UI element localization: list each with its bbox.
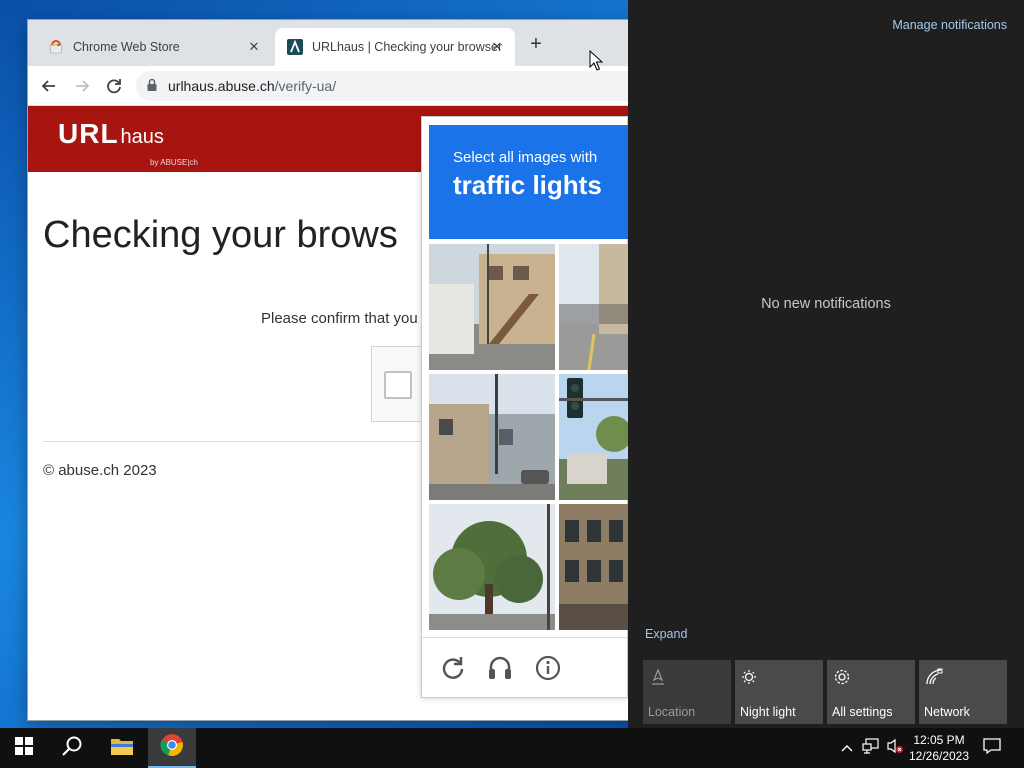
reload-icon[interactable] [103,75,125,97]
recaptcha-checkbox[interactable] [384,371,412,399]
ethernet-icon [862,737,880,759]
manage-notifications-link[interactable]: Manage notifications [892,18,1007,32]
tab-label: URLhaus | Checking your browser [312,40,503,54]
page-title: Checking your brows [43,214,398,256]
chrome-icon [160,733,184,762]
volume-muted-icon [886,738,904,759]
captcha-prompt-line1: Select all images with [453,149,598,166]
browser-toolbar: urlhaus.abuse.ch/verify-ua/ [28,66,656,106]
action-center: Manage notifications No new notification… [628,0,1024,728]
quick-action-label: All settings [832,705,893,719]
captcha-challenge: Select all images with traffic lights [421,116,629,699]
clock[interactable]: 12:05 PM 12/26/2023 [905,732,973,764]
chrome-web-store-icon [48,39,64,55]
gear-icon [833,668,851,686]
notification-icon [983,737,1001,760]
quick-action-label: Location [648,705,696,719]
clock-date: 12/26/2023 [908,749,970,763]
tab-chrome-web-store[interactable]: Chrome Web Store ✕ [36,28,272,66]
captcha-prompt-target: traffic lights [453,170,602,200]
lock-icon [146,78,158,95]
tab-label: Chrome Web Store [73,40,180,54]
chrome-taskbar-button[interactable] [148,728,196,768]
audio-challenge-icon[interactable] [486,654,514,682]
captcha-tile[interactable] [559,244,629,370]
chevron-up-icon [841,739,853,757]
volume-tray[interactable] [884,728,906,768]
tab-urlhaus[interactable]: URLhaus | Checking your browser ✕ [275,28,515,66]
captcha-tile[interactable] [429,244,555,370]
info-icon[interactable] [534,654,562,682]
captcha-tile[interactable] [429,374,555,500]
action-center-button[interactable] [978,728,1006,768]
captcha-prompt: Select all images with traffic lights [429,125,629,239]
captcha-tile[interactable] [559,374,629,500]
url-path: /verify-ua/ [274,78,337,94]
quick-action-network[interactable]: Network [919,660,1007,724]
expand-link[interactable]: Expand [645,627,687,641]
location-icon [649,668,667,686]
logo-byline: by ABUSE|ch [150,158,198,167]
quick-action-label: Night light [740,705,796,719]
windows-icon [15,736,33,760]
file-explorer-button[interactable] [98,728,146,768]
quick-action-all-settings[interactable]: All settings [827,660,915,724]
urlhaus-favicon [287,39,303,55]
network-icon [925,668,943,686]
forward-icon[interactable] [71,75,93,97]
close-tab-icon[interactable]: ✕ [489,39,505,55]
logo-sub-text: haus [120,126,164,148]
back-icon[interactable] [38,75,60,97]
new-tab-button[interactable]: + [526,34,546,54]
search-icon [61,735,83,762]
quick-action-night-light[interactable]: Night light [735,660,823,724]
address-bar[interactable]: urlhaus.abuse.ch/verify-ua/ [136,71,656,101]
quick-action-label: Network [924,705,970,719]
show-hidden-icons[interactable] [838,728,856,768]
start-button[interactable] [0,728,48,768]
tab-strip: Chrome Web Store ✕ URLhaus | Checking yo… [28,20,648,66]
copyright-text: © abuse.ch 2023 [43,462,157,479]
quick-action-location[interactable]: Location [643,660,731,724]
network-tray[interactable] [860,728,882,768]
captcha-tile[interactable] [559,504,629,630]
taskbar: 12:05 PM 12/26/2023 [0,728,1024,768]
confirm-text: Please confirm that you [261,310,418,327]
folder-icon [110,736,134,761]
night-light-icon [741,668,759,686]
clock-time: 12:05 PM [913,733,965,747]
url-host: urlhaus.abuse.ch [168,78,275,94]
search-button[interactable] [48,728,96,768]
reload-icon[interactable] [439,654,467,682]
urlhaus-logo[interactable]: URL haus by ABUSE|ch [58,118,198,167]
no-notifications-text: No new notifications [761,296,891,312]
captcha-footer [422,637,627,699]
logo-main-text: URL [58,118,119,149]
close-tab-icon[interactable]: ✕ [246,39,262,55]
mouse-cursor-icon [589,49,604,77]
captcha-tile[interactable] [429,504,555,630]
